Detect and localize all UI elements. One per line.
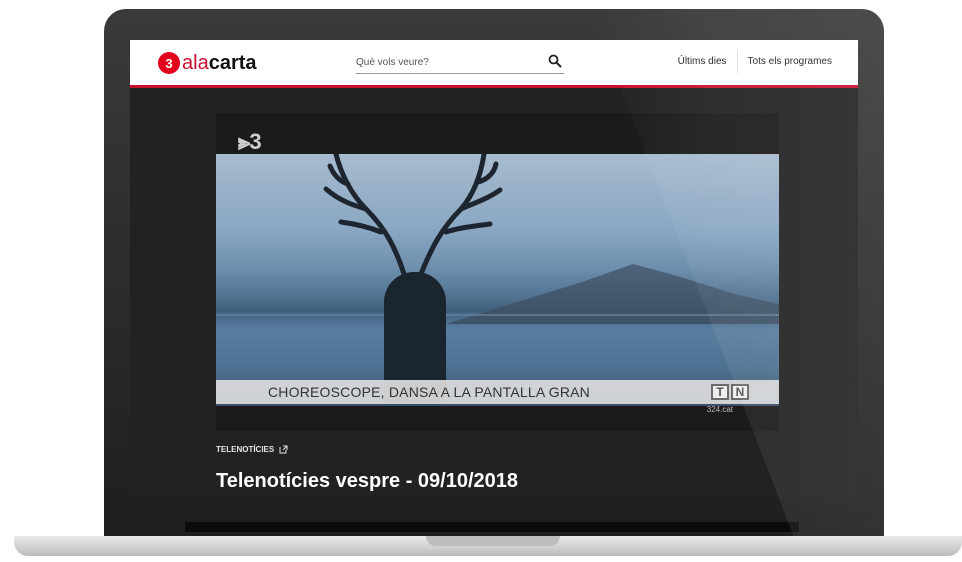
nav-ultims-dies[interactable]: Últims dies [678,56,727,73]
laptop-mockup: 3 ala carta Últims dies Tots els program… [0,0,962,562]
program-label: TELENOTÍCIES [216,445,275,454]
news-caption-bar: CHOREOSCOPE, DANSA A LA PANTALLA GRAN T … [216,380,779,404]
caption-underbar [216,404,779,406]
search-input[interactable] [356,52,536,73]
logo-prefix: ala [182,51,209,74]
episode-title: Telenotícies vespre - 09/10/2018 [216,470,519,492]
laptop-notch [426,536,560,546]
site-header: 3 ala carta Últims dies Tots els program… [130,40,858,88]
news-caption: CHOREOSCOPE, DANSA A LA PANTALLA GRAN [268,384,590,400]
tn-logo: T N [711,384,749,400]
channel-3-logo: ⫸3 [238,129,262,154]
program-link[interactable]: TELENOTÍCIES [216,445,288,454]
search-icon[interactable] [548,54,562,68]
tn-letter-t: T [711,384,729,400]
main-nav: Últims dies Tots els programes [678,51,832,73]
site-watermark: 324.cat [706,405,733,414]
bezel-bottom [185,522,799,532]
horizon-line [216,314,779,316]
video-player[interactable]: ⫸3 CHOREOSCOPE, DANSA A LA PANTALLA GRAN… [216,113,779,431]
nav-tots-els-programes[interactable]: Tots els programes [748,56,832,73]
tn-letter-n: N [731,384,749,400]
logo-suffix: carta [208,51,257,74]
external-link-icon [279,445,288,454]
nav-divider [736,51,738,73]
alacarta-logo[interactable]: 3 ala carta [158,51,257,75]
tv3-badge-icon: 3 [158,52,180,74]
browser-screen: 3 ala carta Últims dies Tots els program… [130,40,858,498]
search-box [356,52,564,74]
video-frame[interactable]: CHOREOSCOPE, DANSA A LA PANTALLA GRAN T … [216,154,779,406]
